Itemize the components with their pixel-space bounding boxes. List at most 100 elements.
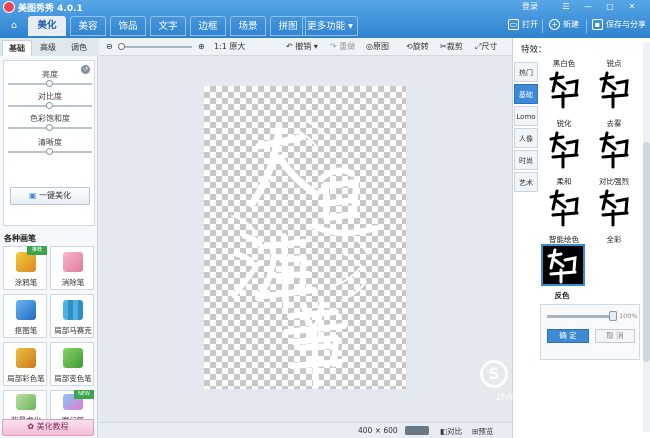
saturation-label: 色彩饱和度 (30, 114, 70, 123)
watermark-url: zhinan.sogou.com (496, 392, 588, 403)
status-bar: 400 × 600 ◧对比 ⊞预览 (100, 422, 512, 438)
tutorial-button[interactable]: ✿ 美化教程 (2, 419, 94, 436)
one-key-beautify-button[interactable]: ▣ 一键美化 (10, 187, 90, 205)
crop-icon: ✂ (440, 42, 447, 51)
login-link[interactable]: 登录 (522, 1, 538, 12)
home-icon[interactable]: ⌂ (3, 16, 25, 36)
close-icon[interactable]: ✕ (626, 1, 638, 12)
undo-icon: ↶ (286, 42, 293, 51)
tab-text[interactable]: 文字 (150, 16, 186, 36)
cutout-brush-button[interactable]: 抠图笔 (3, 294, 47, 338)
minimize-icon[interactable]: — (582, 1, 594, 12)
resize-button[interactable]: ⤢尺寸 (475, 41, 497, 53)
slider-knob[interactable] (46, 148, 53, 155)
opacity-slider[interactable] (547, 311, 617, 321)
new-badge: NEW (74, 390, 94, 399)
tab-beautify[interactable]: 美化 (28, 16, 66, 36)
effect-item[interactable]: 柔和 (541, 176, 587, 230)
zoom-in-icon[interactable]: ⊕ (198, 41, 205, 53)
effect-tab-art[interactable]: 艺术 (514, 172, 538, 192)
slider-knob[interactable] (46, 124, 53, 131)
effect-item[interactable]: 去雾 (591, 118, 637, 172)
sogou-logo-icon: S (480, 360, 508, 388)
effect-item[interactable]: 对比强烈 (591, 176, 637, 230)
slider-knob[interactable] (46, 80, 53, 87)
effect-thumbnail (541, 244, 585, 286)
tab-advanced[interactable]: 高级 (33, 40, 63, 56)
doodle-brush-button[interactable]: 推荐 涂鸦笔 (3, 246, 47, 290)
effect-item[interactable]: 锐化 (541, 118, 587, 172)
compare-button[interactable]: ◧对比 (440, 426, 462, 437)
effect-item[interactable]: 锐点 (591, 58, 637, 112)
tab-color[interactable]: 调色 (64, 40, 94, 56)
slider-knob[interactable] (46, 102, 53, 109)
watermark-brand: 搜狗指南 (514, 364, 590, 385)
mosaic-brush-button[interactable]: 局部马赛克 (50, 294, 94, 338)
magic-icon: ▣ (28, 191, 37, 200)
saturation-slider[interactable] (8, 124, 92, 131)
effect-item-selected[interactable]: 反色 (539, 234, 585, 300)
image-canvas[interactable] (204, 86, 406, 389)
effect-tab-basic[interactable]: 基础 (514, 84, 538, 104)
effect-item[interactable]: 黑白色 (541, 58, 587, 112)
tab-collage[interactable]: 拼图 (270, 16, 306, 36)
plus-icon: + (549, 19, 560, 30)
preview-button[interactable]: ⊞预览 (472, 426, 493, 437)
effect-thumbnail (547, 69, 581, 109)
effect-tab-portrait[interactable]: 人像 (514, 128, 538, 148)
tab-scene[interactable]: 场景 (230, 16, 266, 36)
maximize-icon[interactable]: □ (604, 1, 616, 12)
save-share-button[interactable]: ▪ 保存与分享 (592, 17, 646, 33)
ok-button[interactable]: 确 定 (547, 329, 589, 343)
left-panel: 基础 高级 调色 ↺ 亮度 对比度 色彩饱和度 清晰度 ▣ 一键美化 各种画笔 … (0, 38, 98, 438)
effect-name: 反色 (554, 291, 570, 300)
brush-label: 涂鸦笔 (14, 278, 38, 287)
divider (542, 19, 543, 33)
zoom-out-icon[interactable]: ⊖ (106, 41, 113, 53)
brightness-slider[interactable] (8, 80, 92, 87)
effect-tab-fashion[interactable]: 时尚 (514, 150, 538, 170)
tab-accessories[interactable]: 饰品 (110, 16, 146, 36)
folder-icon: ▭ (508, 19, 519, 30)
zoom-knob[interactable] (118, 43, 125, 50)
rotate-button[interactable]: ⟲旋转 (406, 41, 429, 53)
eraser-icon (63, 252, 83, 272)
undo-button[interactable]: ↶ 撤销 ▾ (286, 41, 318, 53)
rotate-label: 旋转 (412, 42, 429, 51)
cancel-button[interactable]: 取 消 (595, 329, 635, 343)
effect-thumbnail (597, 129, 631, 169)
image-size: 400 × 600 (358, 426, 398, 435)
effect-item[interactable]: 全彩 (591, 234, 637, 288)
opacity-knob[interactable] (609, 311, 617, 321)
original-button[interactable]: ◎原图 (366, 41, 389, 53)
zoom-slider[interactable] (118, 43, 192, 50)
save-label: 保存与分享 (606, 20, 646, 29)
new-button[interactable]: + 新建 (549, 17, 579, 33)
sharpness-slider[interactable] (8, 148, 92, 155)
app-window: 美图秀秀 4.0.1 登录 ☰ — □ ✕ ⌂ 美化 美容 饰品 文字 边框 场… (0, 0, 650, 438)
redo-button[interactable]: ↷ 重做 (330, 41, 355, 53)
menu-icon[interactable]: ☰ (560, 1, 572, 12)
contrast-label: 对比度 (38, 92, 62, 101)
tab-frame[interactable]: 边框 (190, 16, 226, 36)
color-brush-button[interactable]: 局部彩色笔 (3, 342, 47, 386)
brush-label: 局部彩色笔 (7, 374, 45, 383)
recolor-brush-button[interactable]: 局部变色笔 (50, 342, 94, 386)
scroll-thumb[interactable] (643, 142, 650, 362)
crop-button[interactable]: ✂裁剪 (440, 41, 463, 53)
open-button[interactable]: ▭ 打开 (508, 17, 538, 33)
exif-icon[interactable] (405, 426, 429, 435)
effect-tab-hot[interactable]: 热门 (514, 62, 538, 82)
resize-label: 尺寸 (481, 42, 498, 51)
pencil-icon (16, 252, 36, 272)
contrast-slider[interactable] (8, 102, 92, 109)
brightness-label: 亮度 (42, 70, 58, 79)
paintbrush-icon (16, 348, 36, 368)
effect-tab-lomo[interactable]: Lomo (514, 106, 538, 126)
tab-more[interactable]: 更多功能 ▾ (302, 16, 358, 36)
actual-size-button[interactable]: 1:1 原大 (214, 41, 245, 53)
tab-basic[interactable]: 基础 (2, 40, 32, 56)
compare-label: 对比 (447, 427, 463, 436)
eraser-brush-button[interactable]: 消除笔 (50, 246, 94, 290)
tab-beauty[interactable]: 美容 (70, 16, 106, 36)
